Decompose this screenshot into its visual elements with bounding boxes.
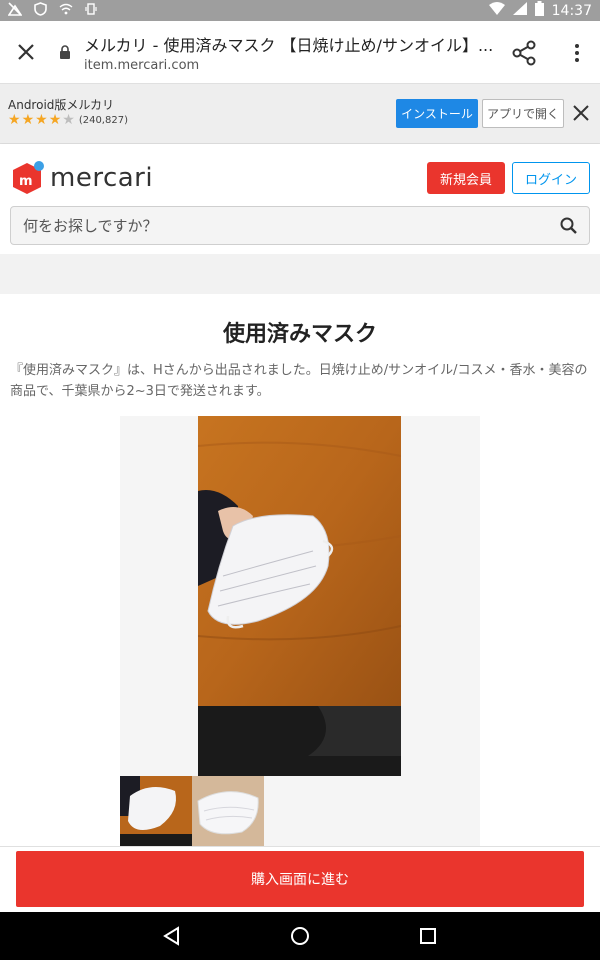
login-button[interactable]: ログイン — [512, 162, 590, 194]
used-mask-photo — [198, 416, 401, 776]
install-button[interactable]: インストール — [396, 99, 478, 128]
photo-gallery — [120, 416, 480, 846]
logo-text: mercari — [50, 163, 154, 193]
star-icon: ★ — [48, 112, 62, 128]
battery-icon — [534, 1, 544, 20]
page-info[interactable]: メルカリ - 使用済みマスク 【日焼け止め/サンオイル】... item.mer… — [84, 32, 494, 73]
item-detail: 使用済みマスク 『使用済みマスク』は、Hさんから出品されました。日焼け止め/サン… — [0, 294, 600, 846]
vibrate-icon — [85, 2, 97, 19]
signal-off-icon — [7, 1, 23, 20]
share-icon — [512, 40, 536, 66]
app-rating: ★ ★ ★ ★ ★ (240,827) — [8, 113, 128, 127]
wifi-icon — [488, 2, 505, 19]
search-bar — [10, 206, 590, 245]
cell-signal-icon — [512, 2, 527, 19]
star-icon: ★ — [8, 112, 21, 128]
close-tab-button[interactable] — [2, 28, 50, 76]
banner-close-button[interactable] — [568, 98, 594, 128]
item-description: 『使用済みマスク』は、Hさんから出品されました。日焼け止め/サンオイル/コスメ・… — [10, 363, 588, 399]
mercari-logo-icon: m — [13, 161, 44, 194]
breadcrumb-spacer — [0, 254, 600, 294]
home-button[interactable] — [286, 922, 314, 950]
home-circle-icon — [291, 927, 309, 945]
search-input[interactable] — [11, 207, 551, 244]
status-bar: 14:37 — [0, 0, 600, 21]
thumbnail-image — [192, 776, 264, 846]
wifi-lock-icon — [59, 3, 73, 19]
svg-text:m: m — [19, 174, 33, 189]
open-in-app-button[interactable]: アプリで開く — [482, 99, 564, 128]
back-button[interactable] — [158, 922, 186, 950]
register-button[interactable]: 新規会員 — [427, 162, 505, 194]
app-install-banner: Android版メルカリ ★ ★ ★ ★ ★ (240,827) インストール … — [0, 84, 600, 144]
clock: 14:37 — [551, 2, 592, 19]
thumbnail-2[interactable] — [192, 776, 264, 846]
purchase-bar: 購入画面に進む — [0, 846, 600, 912]
star-icon: ★ — [21, 112, 35, 128]
item-main-photo[interactable] — [198, 416, 401, 776]
lock-icon — [56, 44, 74, 60]
item-title: 使用済みマスク — [222, 322, 377, 347]
close-icon — [573, 105, 589, 121]
proceed-to-purchase-button[interactable]: 購入画面に進む — [16, 851, 584, 907]
page-title-bar: メルカリ - 使用済みマスク 【日焼け止め/サンオイル】... — [84, 35, 494, 55]
recents-square-icon — [420, 928, 436, 944]
overflow-menu-button[interactable] — [562, 31, 592, 75]
site-header: m mercari 新規会員 ログイン — [0, 144, 600, 254]
star-empty-icon: ★ — [62, 112, 75, 128]
android-nav-bar — [0, 912, 600, 960]
mercari-logo[interactable]: m mercari — [10, 160, 153, 196]
thumbnail-image — [120, 776, 192, 846]
rating-count: (240,827) — [78, 114, 128, 126]
page-url: item.mercari.com — [84, 57, 200, 73]
back-triangle-icon — [163, 926, 179, 946]
shield-icon — [34, 1, 47, 20]
search-icon[interactable] — [559, 216, 579, 236]
thumbnail-1[interactable] — [120, 776, 192, 846]
recents-button[interactable] — [414, 922, 442, 950]
custom-tab-toolbar: メルカリ - 使用済みマスク 【日焼け止め/サンオイル】... item.mer… — [0, 21, 600, 84]
share-button[interactable] — [502, 31, 546, 75]
star-icon: ★ — [35, 112, 48, 128]
app-name: Android版メルカリ — [8, 98, 115, 112]
close-icon — [18, 44, 34, 60]
more-vert-icon — [575, 44, 579, 62]
